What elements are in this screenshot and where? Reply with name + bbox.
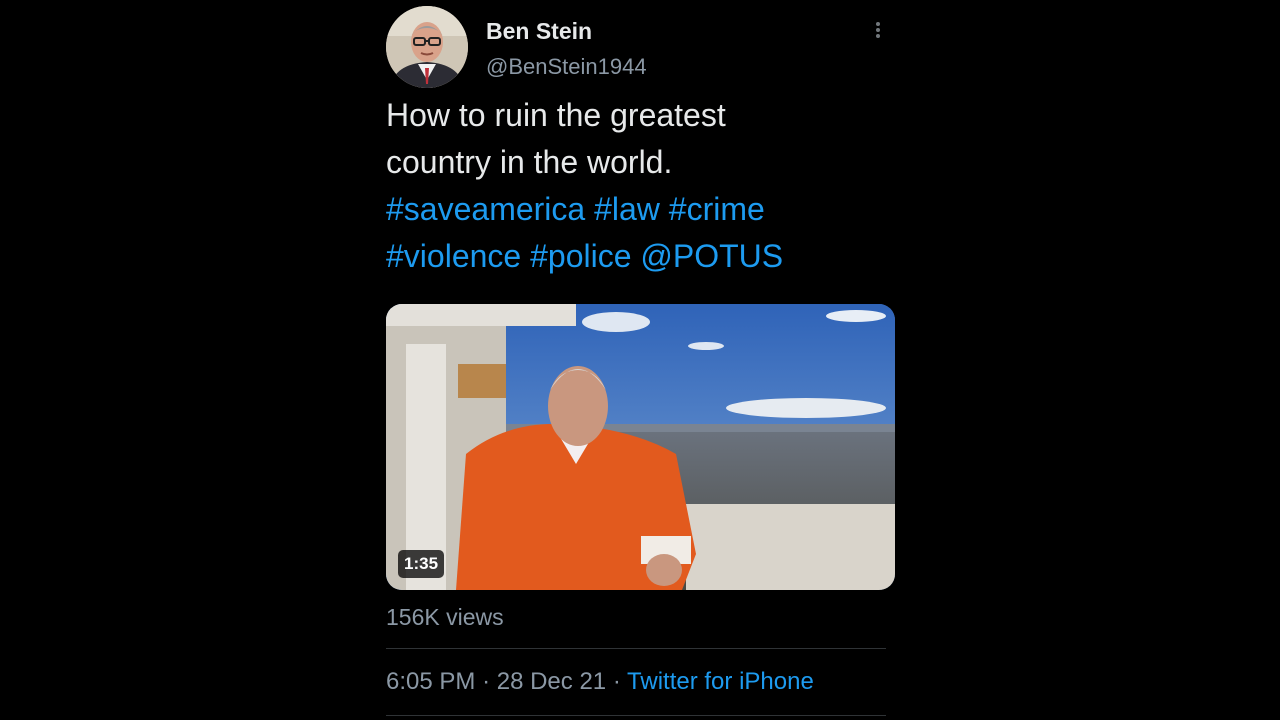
author-handle[interactable]: @BenStein1944 — [486, 54, 647, 80]
hashtag-link[interactable]: #crime — [669, 191, 765, 227]
avatar[interactable] — [386, 6, 468, 88]
tweet-text-line: How to ruin the greatest — [386, 97, 726, 133]
hashtag-line: #violence #police @POTUS — [386, 233, 886, 280]
tweet-text: How to ruin the greatest country in the … — [386, 92, 886, 280]
hashtag-link[interactable]: #violence — [386, 238, 521, 274]
hashtag-line: #saveamerica #law #crime — [386, 186, 886, 233]
video-duration: 1:35 — [398, 550, 445, 578]
video-player[interactable]: 1:35 — [386, 304, 895, 590]
divider — [386, 648, 886, 649]
tweet-header: Ben Stein @BenStein1944 — [386, 6, 896, 90]
tweet-source-link[interactable]: Twitter for iPhone — [627, 668, 814, 695]
divider — [386, 715, 886, 716]
tweet-date[interactable]: 28 Dec 21 — [497, 668, 606, 695]
mention-link[interactable]: @POTUS — [640, 238, 783, 274]
hashtag-link[interactable]: #law — [594, 191, 660, 227]
author-name[interactable]: Ben Stein — [486, 18, 592, 45]
tweet-card: Ben Stein @BenStein1944 How to ruin the … — [386, 0, 896, 720]
avatar-photo — [386, 6, 468, 88]
tweet-meta: 6:05 PM · 28 Dec 21 · Twitter for iPhone — [386, 668, 814, 696]
tweet-time[interactable]: 6:05 PM — [386, 668, 475, 695]
more-vertical-icon[interactable] — [864, 16, 892, 44]
meta-separator: · — [612, 668, 621, 695]
video-thumbnail — [386, 304, 895, 590]
hashtag-link[interactable]: #police — [530, 238, 631, 274]
tweet-text-line: country in the world. — [386, 144, 673, 180]
view-count: 156K views — [386, 604, 504, 630]
meta-separator: · — [482, 668, 491, 695]
hashtag-link[interactable]: #saveamerica — [386, 191, 585, 227]
